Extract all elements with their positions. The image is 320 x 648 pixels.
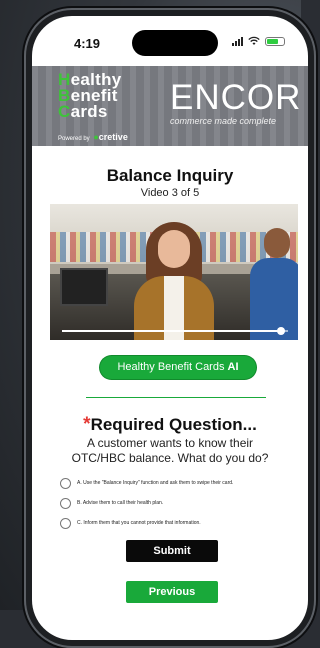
previous-button[interactable]: Previous xyxy=(126,581,218,603)
section-divider xyxy=(86,397,266,398)
phone-screen: 4:19 Healthy Benefit Cards Powered by ●c… xyxy=(32,16,308,640)
lesson-title: Balance Inquiry xyxy=(106,166,234,185)
answer-option-c[interactable]: C. Inform them that you cannot provide t… xyxy=(60,514,290,532)
required-label: Required Question... xyxy=(90,415,257,434)
ai-button-label: Healthy Benefit Cards xyxy=(117,361,228,373)
video-presenter-face xyxy=(158,230,190,268)
video-player[interactable] xyxy=(50,204,298,340)
status-time: 4:19 xyxy=(74,36,101,51)
header-banner: Healthy Benefit Cards Powered by ●cretiv… xyxy=(32,66,308,146)
option-label: B. Advise them to call their health plan… xyxy=(77,500,164,506)
video-cashier-body xyxy=(250,258,298,340)
required-question-heading: *Required Question... xyxy=(32,414,308,436)
cellular-signal-icon xyxy=(232,36,243,46)
answer-option-a[interactable]: A. Use the "Balance Inquiry" function an… xyxy=(60,474,290,492)
wifi-icon xyxy=(248,36,260,45)
healthy-benefit-cards-logo: Healthy Benefit Cards Powered by ●cretiv… xyxy=(58,71,162,146)
video-register xyxy=(60,268,108,306)
submit-button[interactable]: Submit xyxy=(126,540,218,562)
status-icons xyxy=(232,36,285,46)
logo-line-3: Cards xyxy=(58,102,108,121)
radio-button[interactable] xyxy=(60,497,71,509)
encor-logo: ENCOR commerce made complete xyxy=(170,78,306,144)
radio-button[interactable] xyxy=(60,517,71,529)
answer-options: A. Use the "Balance Inquiry" function an… xyxy=(60,474,290,534)
healthy-benefit-cards-ai-button[interactable]: Healthy Benefit Cards AI xyxy=(100,356,256,379)
lesson-subtitle: Video 3 of 5 xyxy=(140,187,200,199)
video-progress-fill xyxy=(62,330,282,332)
powered-by: Powered by ●cretive xyxy=(58,132,128,142)
option-label: A. Use the "Balance Inquiry" function an… xyxy=(77,480,234,486)
required-star: * xyxy=(83,414,91,435)
option-label: C. Inform them that you cannot provide t… xyxy=(77,520,201,526)
status-bar: 4:19 xyxy=(32,16,308,62)
dynamic-island xyxy=(132,30,218,56)
video-progress-bar[interactable] xyxy=(62,327,288,335)
question-prompt: A customer wants to know their OTC/HBC b… xyxy=(71,436,269,465)
phone-frame: 4:19 Healthy Benefit Cards Powered by ●c… xyxy=(24,8,316,648)
answer-option-b[interactable]: B. Advise them to call their health plan… xyxy=(60,494,290,512)
radio-button[interactable] xyxy=(60,477,71,489)
ai-button-label-bold: AI xyxy=(227,361,239,373)
battery-icon xyxy=(265,36,285,46)
video-cashier-head xyxy=(264,228,290,258)
encor-wordmark: ENCOR xyxy=(170,78,302,117)
